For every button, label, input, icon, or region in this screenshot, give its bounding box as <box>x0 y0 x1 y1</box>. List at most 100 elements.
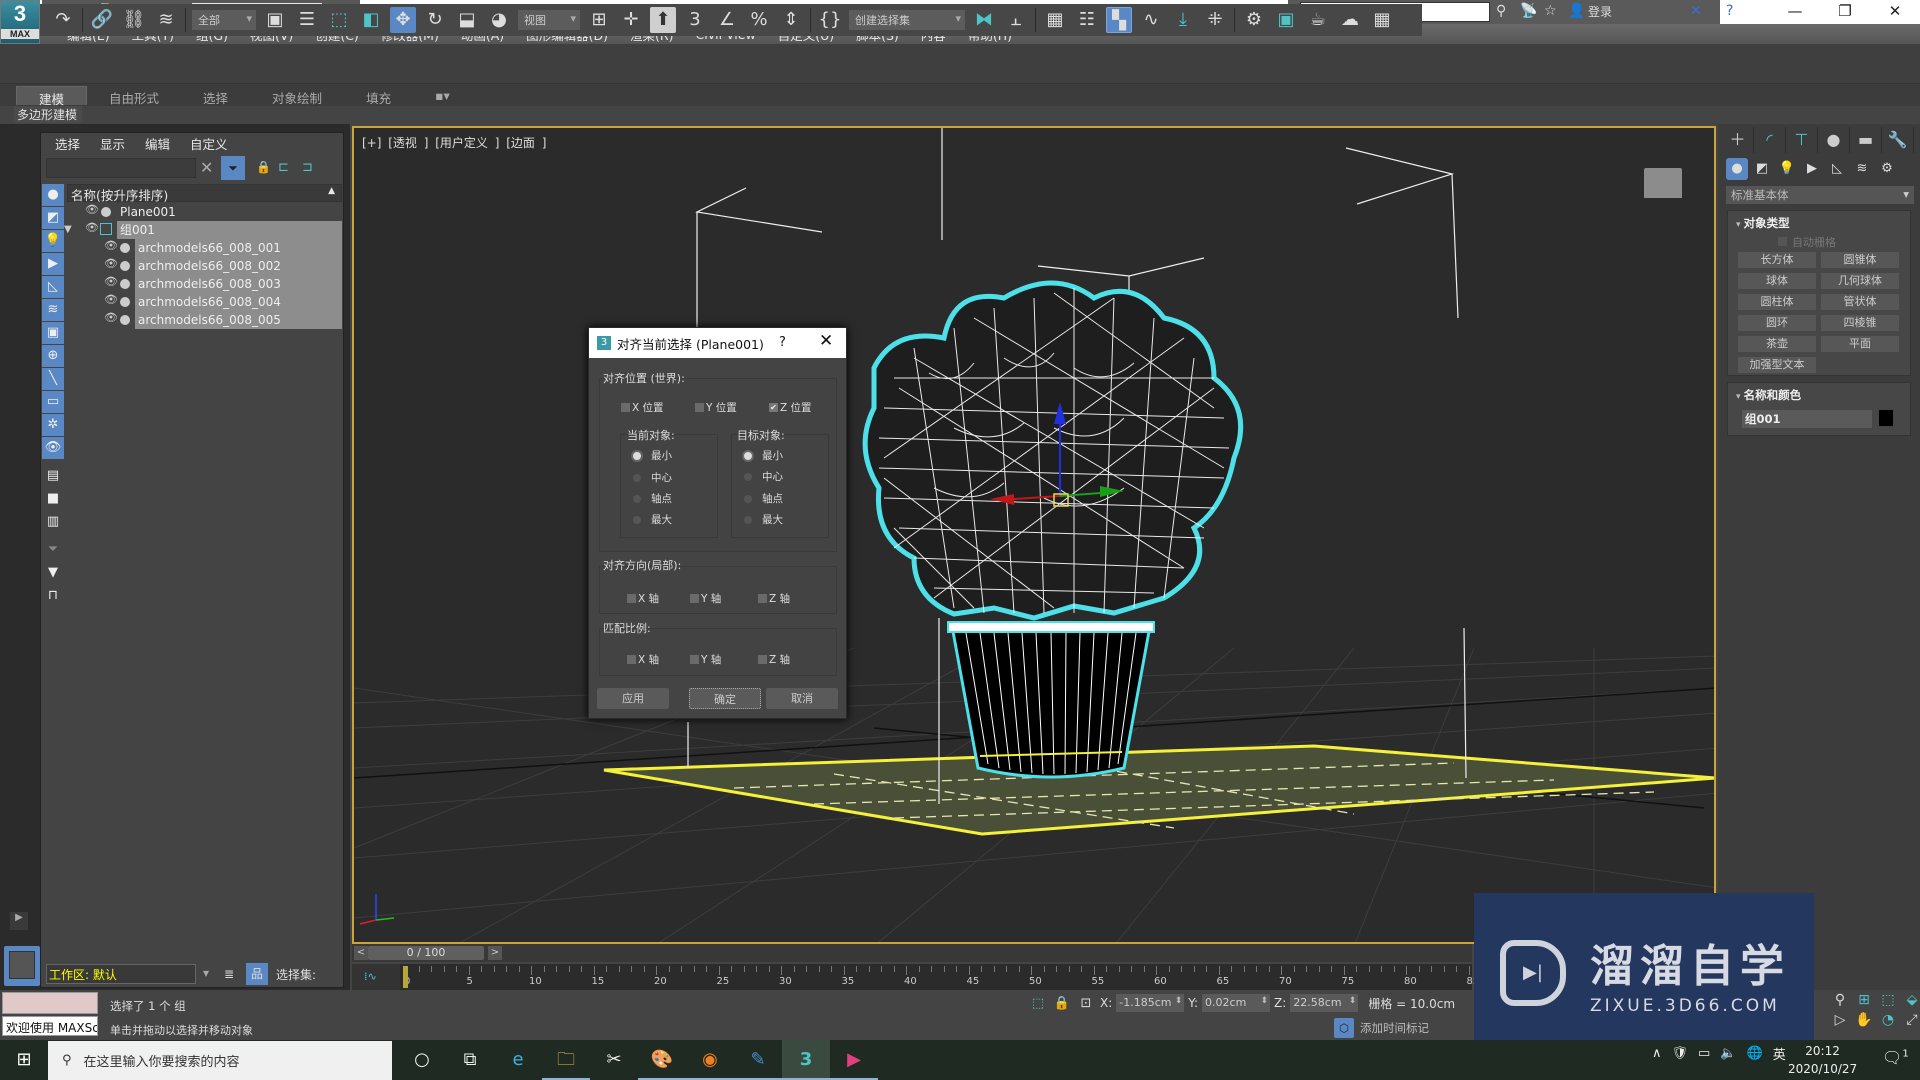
geometry-icon[interactable]: ● <box>1726 158 1748 180</box>
edge-icon[interactable]: e <box>494 1040 542 1080</box>
select-rotate-icon[interactable]: ↻ <box>422 7 448 33</box>
plant-pot-model[interactable] <box>947 621 1155 779</box>
help-icon[interactable]: ? <box>1726 3 1733 19</box>
volume-icon[interactable]: 🔈 <box>1720 1046 1736 1061</box>
object-type-rollout-header[interactable]: 对象类型 <box>1728 211 1910 231</box>
target-pivot-radio[interactable]: 轴点 <box>744 491 783 506</box>
zoom-icon[interactable]: ⚲ <box>1828 992 1852 1008</box>
reference-coordinate-dropdown[interactable]: 视图 <box>518 10 580 30</box>
exchange-icon[interactable]: ✕ <box>1690 3 1702 19</box>
tree-row[interactable]: 👁 archmodels66_008_001 <box>67 239 342 257</box>
tray-expand-icon[interactable]: ∧ <box>1652 1046 1662 1061</box>
ok-button[interactable]: 确定 <box>689 688 761 709</box>
spinner-snap-icon[interactable]: ⇕ <box>778 7 804 33</box>
explorer-search-input[interactable] <box>46 158 196 178</box>
cancel-button[interactable]: 取消 <box>766 688 838 709</box>
radio[interactable] <box>744 515 752 524</box>
visibility-eye-icon[interactable]: 👁 <box>85 221 99 234</box>
network-icon[interactable]: 🌐 <box>1747 1046 1763 1061</box>
select-by-name-icon[interactable]: ☰ <box>294 7 320 33</box>
checkbox-box-checked[interactable]: ✔ <box>769 403 778 412</box>
notification-center-icon[interactable]: 🗨1 <box>1882 1048 1909 1067</box>
ribbon-toggle-icon[interactable]: ▚ <box>1106 7 1132 33</box>
container-icon[interactable]: ⊓ <box>42 585 64 607</box>
display-frozen-icon[interactable]: 👁 <box>42 437 64 459</box>
security-shield-icon[interactable]: 🛡 <box>1672 1046 1689 1061</box>
sort-by-hierarchy-icon[interactable]: 品 <box>246 963 268 985</box>
selection-lock-icon[interactable]: 🔒 <box>1052 996 1072 1011</box>
current-min-radio[interactable]: 最小 <box>633 448 672 463</box>
display-all-icon[interactable]: ▤ <box>42 465 64 487</box>
viewport-label-menu[interactable]: [+] [透视 ] [用户定义 ] [边面 ] <box>362 134 546 151</box>
plane001-mesh[interactable] <box>603 744 1716 836</box>
unlink-icon[interactable]: ⛓ <box>121 7 147 33</box>
scale-z-checkbox[interactable]: Z 轴 <box>758 652 790 667</box>
add-time-tag[interactable]: ⬡ 添加时间标记 <box>1334 1018 1429 1038</box>
restore-button[interactable]: ❐ <box>1820 0 1870 24</box>
radio[interactable] <box>744 494 752 503</box>
select-scale-icon[interactable]: ⬓ <box>454 7 480 33</box>
display-none-icon[interactable]: ■ <box>42 488 64 510</box>
tree-row[interactable]: 👁 Plane001 <box>67 203 342 221</box>
display-bones-icon[interactable]: ╲ <box>42 368 64 390</box>
radio-selected[interactable] <box>744 451 752 460</box>
plane-button[interactable]: 平面 <box>1821 336 1899 352</box>
isolate-selection-icon[interactable]: ⬚ <box>1028 996 1048 1011</box>
align-icon[interactable]: ⫠ <box>1003 7 1029 33</box>
checkbox-box[interactable] <box>627 655 636 664</box>
render-setup-icon[interactable]: ⚙ <box>1241 7 1267 33</box>
scale-x-checkbox[interactable]: X 轴 <box>627 652 659 667</box>
current-frame-marker[interactable] <box>403 966 408 988</box>
binoculars-icon[interactable]: ⚲ <box>1496 3 1506 19</box>
visibility-eye-icon[interactable]: 👁 <box>104 293 118 306</box>
visibility-eye-icon[interactable]: 👁 <box>85 203 99 216</box>
expand-panel-arrow-icon[interactable]: ▶ <box>10 912 28 930</box>
link-icon[interactable]: 🔗 <box>89 7 115 33</box>
tree-row[interactable]: 👁 archmodels66_008_005 <box>67 311 342 329</box>
taskbar-search-box[interactable]: ⚲ 在这里输入你要搜索的内容 <box>48 1041 392 1080</box>
task-view-icon[interactable]: ⧉ <box>446 1040 494 1080</box>
expand-triangle-icon[interactable]: ▼ <box>64 224 72 235</box>
scene-explorer-toggle-icon[interactable]: ▦ <box>1042 7 1068 33</box>
cone-button[interactable]: 圆锥体 <box>1821 252 1899 268</box>
checkbox-box[interactable] <box>690 655 699 664</box>
angle-snap-icon[interactable]: ∠ <box>714 7 740 33</box>
named-selection-dropdown[interactable]: 创建选择集 <box>849 10 965 30</box>
freeze-icon[interactable] <box>120 243 130 253</box>
sort-by-layer-icon[interactable]: ≣ <box>218 963 240 985</box>
scale-y-checkbox[interactable]: Y 轴 <box>690 652 721 667</box>
display-helpers-icon[interactable]: ◺ <box>42 276 64 298</box>
systems-icon[interactable]: ⚙ <box>1876 158 1898 180</box>
hierarchy-tab-icon[interactable]: ⊤ <box>1786 127 1818 153</box>
column-header-name[interactable]: 名称(按升序排序) ▲ <box>67 184 342 203</box>
edit-named-selection-icon[interactable]: {} <box>817 7 843 33</box>
select-place-icon[interactable]: ◕ <box>486 7 512 33</box>
freeze-icon[interactable] <box>120 261 130 271</box>
rectangular-selection-icon[interactable]: ⬚ <box>326 7 352 33</box>
snipping-tool-icon[interactable]: ✂ <box>590 1040 638 1080</box>
selection-filter-dropdown[interactable]: 全部 <box>192 10 256 30</box>
checkbox-box[interactable] <box>758 655 767 664</box>
minimize-button[interactable]: — <box>1770 0 1820 24</box>
autogrid-checkbox[interactable]: 自动栅格 <box>1778 234 1836 250</box>
input-language[interactable]: 英 <box>1773 1044 1786 1063</box>
hierarchy-expand-icon[interactable]: ⊏ <box>278 160 289 175</box>
freeze-icon[interactable] <box>120 279 130 289</box>
bind-space-warp-icon[interactable]: ≋ <box>153 7 179 33</box>
curve-editor-icon[interactable]: ∿ <box>1138 7 1164 33</box>
ribbon-options-icon[interactable]: ▪▾ <box>413 86 472 105</box>
orient-y-checkbox[interactable]: Y 轴 <box>690 591 721 606</box>
visibility-eye-icon[interactable]: 👁 <box>104 239 118 252</box>
display-groups-icon[interactable]: ▣ <box>42 322 64 344</box>
snaps-toggle-icon[interactable]: 3 <box>682 7 708 33</box>
orient-x-checkbox[interactable]: X 轴 <box>627 591 659 606</box>
satellite-icon[interactable]: 📡 <box>1520 3 1537 19</box>
tree-row[interactable]: 👁 archmodels66_008_002 <box>67 257 342 275</box>
display-spacewarps-icon[interactable]: ≋ <box>42 299 64 321</box>
z-coordinate-input[interactable]: 22.58cm <box>1290 994 1359 1012</box>
pyramid-button[interactable]: 四棱锥 <box>1821 315 1899 331</box>
display-xrefs-icon[interactable]: ⊕ <box>42 345 64 367</box>
display-cameras-icon[interactable]: ▶ <box>42 253 64 275</box>
display-lights-icon[interactable]: 💡 <box>42 230 64 252</box>
select-object-icon[interactable]: ▣ <box>262 7 288 33</box>
